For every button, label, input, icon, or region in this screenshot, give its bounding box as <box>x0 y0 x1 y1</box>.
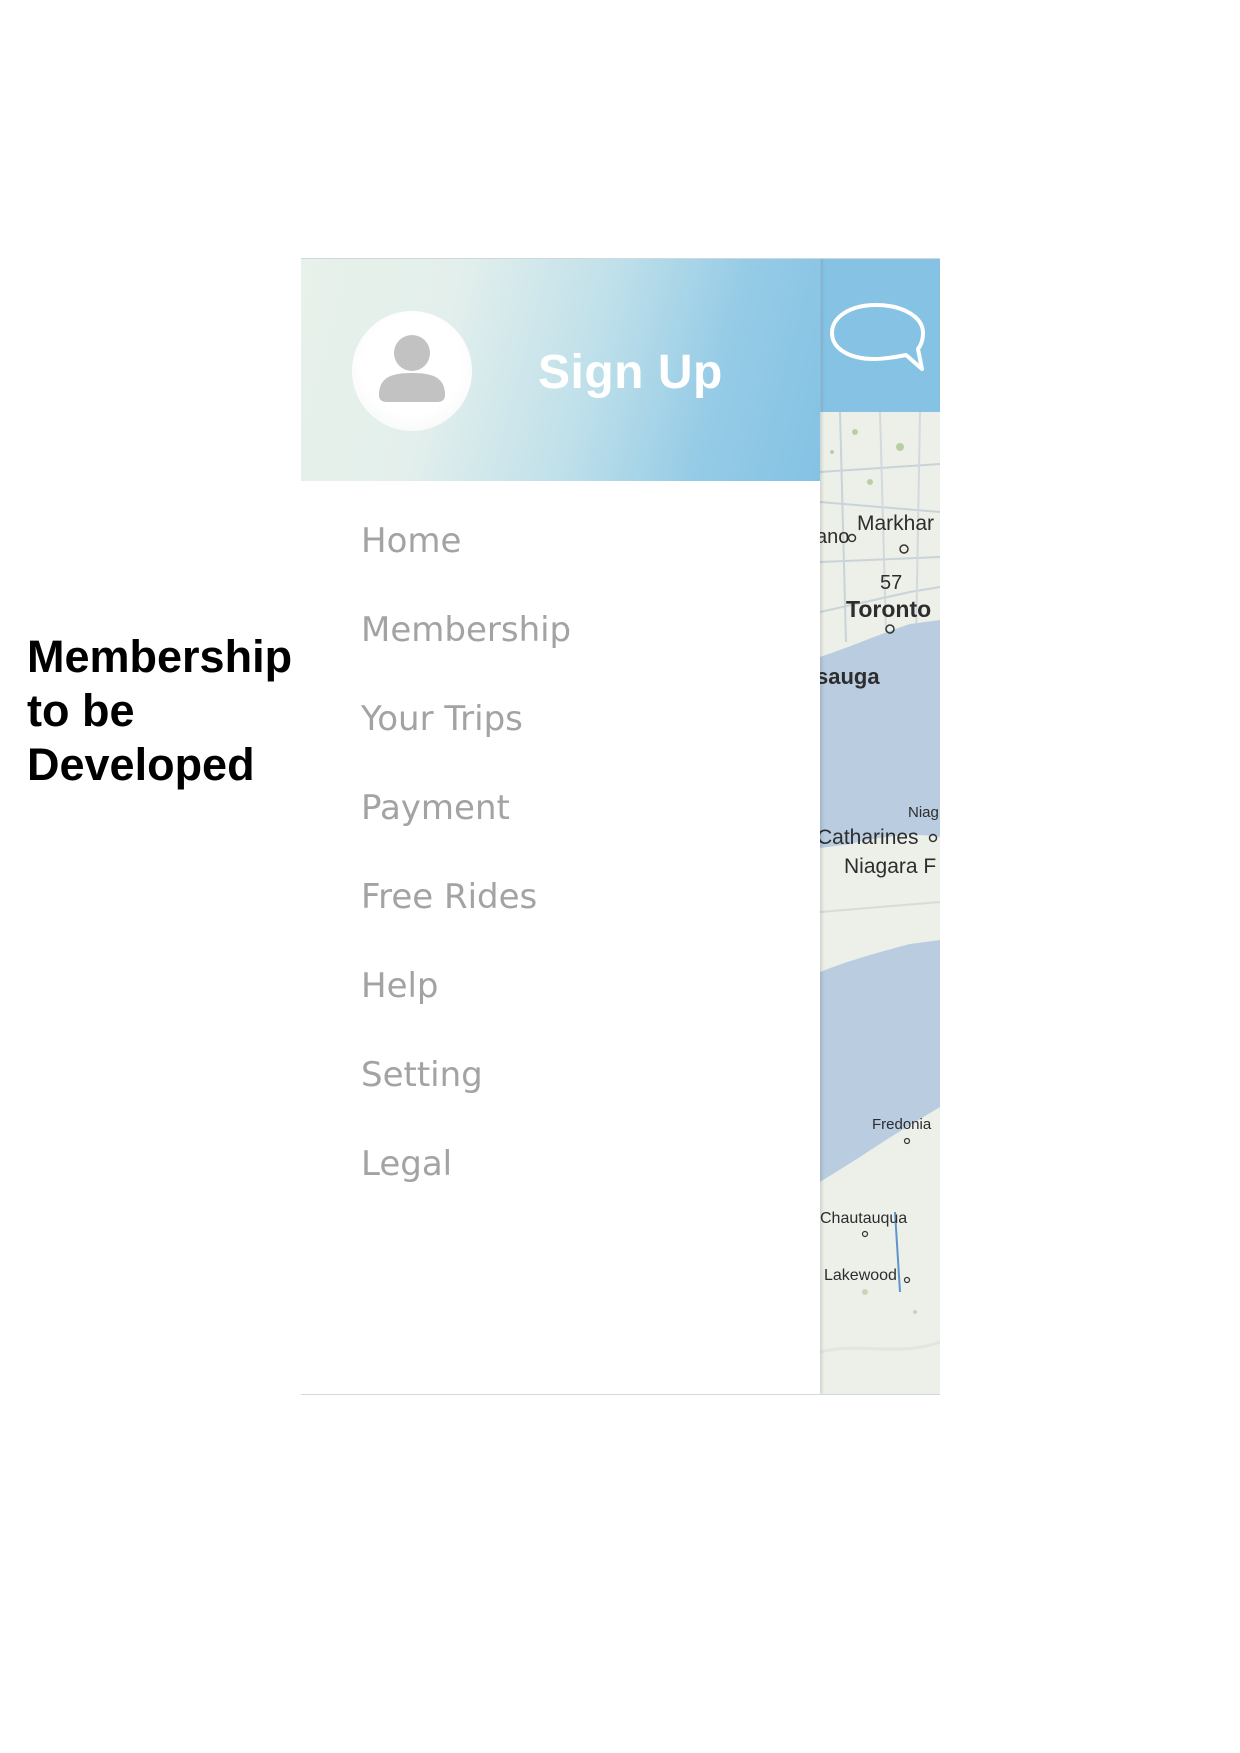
drawer-header: Sign Up <box>301 259 820 481</box>
annotation-line: to be <box>27 685 135 736</box>
menu-item-help[interactable]: Help <box>361 966 571 1055</box>
annotation-line: Membership <box>27 631 293 682</box>
user-icon[interactable] <box>352 311 472 431</box>
app-screen: Markhar ano 57 Toronto sauga Niag Cathar… <box>301 258 940 1395</box>
navigation-drawer: Sign Up Home Membership Your Trips Payme… <box>301 259 820 1394</box>
drawer-menu: Home Membership Your Trips Payment Free … <box>361 521 571 1233</box>
menu-item-setting[interactable]: Setting <box>361 1055 571 1144</box>
map-label: Catharines <box>820 826 919 849</box>
annotation-line: Developed <box>27 739 255 790</box>
menu-item-membership[interactable]: Membership <box>361 610 571 699</box>
page: Membership to be Developed Markhar no 57… <box>0 0 1240 1753</box>
map-view[interactable]: Markhar ano 57 Toronto sauga Niag Cathar… <box>820 412 940 1394</box>
menu-item-free-rides[interactable]: Free Rides <box>361 877 571 966</box>
map-label: Niag <box>908 804 939 821</box>
menu-item-your-trips[interactable]: Your Trips <box>361 699 571 788</box>
chat-bubble-icon[interactable] <box>826 297 926 381</box>
map-label: Chautauqua <box>820 1210 908 1227</box>
sign-up-button[interactable]: Sign Up <box>538 345 723 400</box>
map-label: 57 <box>880 572 903 594</box>
top-bar <box>820 259 940 412</box>
menu-item-payment[interactable]: Payment <box>361 788 571 877</box>
map-label: Lakewood <box>824 1267 897 1284</box>
map-label: Markhar <box>857 512 935 535</box>
menu-item-legal[interactable]: Legal <box>361 1144 571 1233</box>
map-label: Fredonia <box>872 1116 932 1133</box>
map-label: Toronto <box>846 596 932 622</box>
annotation-note: Membership to be Developed <box>27 630 317 792</box>
map-label: sauga <box>820 664 880 689</box>
map-label: ano <box>820 526 850 548</box>
menu-item-home[interactable]: Home <box>361 521 571 610</box>
map-label: Niagara F <box>844 855 937 878</box>
